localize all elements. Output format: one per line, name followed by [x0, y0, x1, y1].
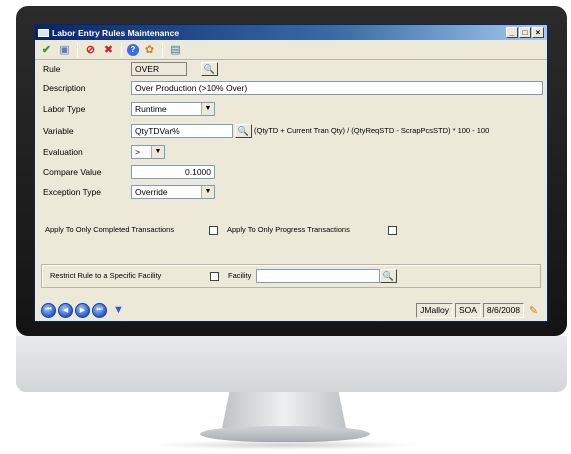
rule-row: Rule OVER 🔍: [35, 62, 547, 78]
variable-lookup-icon[interactable]: 🔍: [235, 124, 252, 138]
previous-record-icon[interactable]: ◀: [58, 302, 73, 318]
apply-completed-checkbox[interactable]: [209, 226, 218, 235]
maximize-button[interactable]: □: [519, 27, 531, 38]
toolbar-separator: [77, 42, 78, 57]
edit-icon[interactable]: ✎: [526, 303, 541, 318]
last-record-icon[interactable]: ⏭: [92, 302, 107, 318]
filter-icon[interactable]: ▼: [111, 303, 126, 318]
exception-type-label: Exception Type: [43, 187, 101, 197]
apply-row: Apply To Only Completed Transactions App…: [35, 223, 547, 239]
close-button[interactable]: ×: [532, 27, 544, 38]
restrict-facility-label: Restrict Rule to a Specific Facility: [50, 271, 162, 280]
evaluation-select[interactable]: > ▼: [131, 145, 165, 159]
exception-type-select[interactable]: Override ▼: [131, 185, 215, 199]
monitor-shadow: [150, 440, 420, 450]
labor-type-value: Runtime: [135, 104, 167, 114]
rule-lookup-icon[interactable]: 🔍: [201, 62, 218, 76]
status-user: JMalloy: [416, 302, 453, 318]
labor-type-select[interactable]: Runtime ▼: [131, 102, 215, 116]
delete-icon[interactable]: ⊘: [83, 42, 98, 57]
apply-completed-label: Apply To Only Completed Transactions: [45, 225, 175, 234]
compare-value-label: Compare Value: [43, 167, 102, 177]
toolbar-separator: [121, 42, 122, 57]
window-controls: _ □ ×: [506, 27, 544, 38]
save-checkmark-icon[interactable]: ✔: [39, 42, 54, 57]
monitor-stand-neck: [222, 392, 346, 428]
cancel-icon[interactable]: ✖: [101, 42, 116, 57]
help-icon[interactable]: ?: [127, 43, 139, 56]
rule-field[interactable]: OVER: [131, 62, 187, 76]
variable-formula: (QtyTD + Current Tran Qty) / (QtyReqSTD …: [254, 126, 490, 135]
compare-value-field[interactable]: 0.1000: [131, 165, 215, 179]
restrict-facility-checkbox[interactable]: [210, 272, 219, 281]
labor-type-row: Labor Type Runtime ▼: [35, 102, 547, 118]
lookup-glyph: 🔍: [203, 63, 216, 74]
variable-row: Variable QtyTDVar% 🔍 (QtyTD + Current Tr…: [35, 124, 547, 140]
toolbar-separator: [162, 42, 163, 57]
facility-group: Restrict Rule to a Specific Facility Fac…: [41, 264, 541, 288]
evaluation-row: Evaluation > ▼: [35, 145, 547, 161]
description-row: Description Over Production (>10% Over): [35, 81, 547, 97]
toolbar: ✔ ▣ ⊘ ✖ ? ✿ ▤: [35, 40, 547, 60]
app-icon: [38, 28, 49, 37]
next-record-icon[interactable]: ▶: [75, 302, 90, 318]
monitor-chin: [16, 336, 567, 392]
window-title: Labor Entry Rules Maintenance: [52, 27, 180, 38]
status-bar: ⏮ ◀ ▶ ⏭ ▼ JMalloy SOA 8/6/2008 ✎: [35, 299, 547, 321]
facility-field[interactable]: [256, 269, 380, 283]
exception-type-row: Exception Type Override ▼: [35, 185, 547, 201]
print-icon[interactable]: ▤: [168, 42, 183, 57]
minimize-button[interactable]: _: [506, 27, 518, 38]
rule-label: Rule: [43, 64, 61, 74]
lookup-glyph: 🔍: [237, 125, 250, 136]
variable-label: Variable: [43, 126, 74, 136]
apply-progress-label: Apply To Only Progress Transactions: [227, 225, 350, 234]
variable-field[interactable]: QtyTDVar%: [131, 124, 233, 138]
evaluation-value: >: [135, 147, 140, 157]
status-date: 8/6/2008: [482, 302, 524, 318]
evaluation-label: Evaluation: [43, 147, 83, 157]
status-fields: JMalloy SOA 8/6/2008 ✎: [416, 302, 541, 318]
chevron-down-icon[interactable]: ▼: [201, 186, 214, 198]
compare-value-row: Compare Value 0.1000: [35, 165, 547, 181]
facility-lookup-icon[interactable]: 🔍: [380, 269, 397, 283]
facility-label: Facility: [228, 271, 252, 280]
description-label: Description: [43, 83, 86, 93]
status-company: SOA: [454, 302, 481, 318]
title-bar[interactable]: Labor Entry Rules Maintenance _ □ ×: [35, 25, 547, 40]
first-record-icon[interactable]: ⏮: [41, 302, 56, 318]
description-field[interactable]: Over Production (>10% Over): [131, 81, 543, 95]
labor-entry-rules-window: Labor Entry Rules Maintenance _ □ × ✔ ▣ …: [34, 24, 548, 322]
labor-type-label: Labor Type: [43, 104, 86, 114]
disk-icon[interactable]: ▣: [57, 42, 72, 57]
apply-progress-checkbox[interactable]: [388, 226, 397, 235]
lookup-glyph: 🔍: [382, 270, 395, 281]
exception-type-value: Override: [135, 187, 168, 197]
tools-icon[interactable]: ✿: [142, 42, 157, 57]
chevron-down-icon[interactable]: ▼: [201, 103, 214, 115]
chevron-down-icon[interactable]: ▼: [151, 146, 164, 158]
